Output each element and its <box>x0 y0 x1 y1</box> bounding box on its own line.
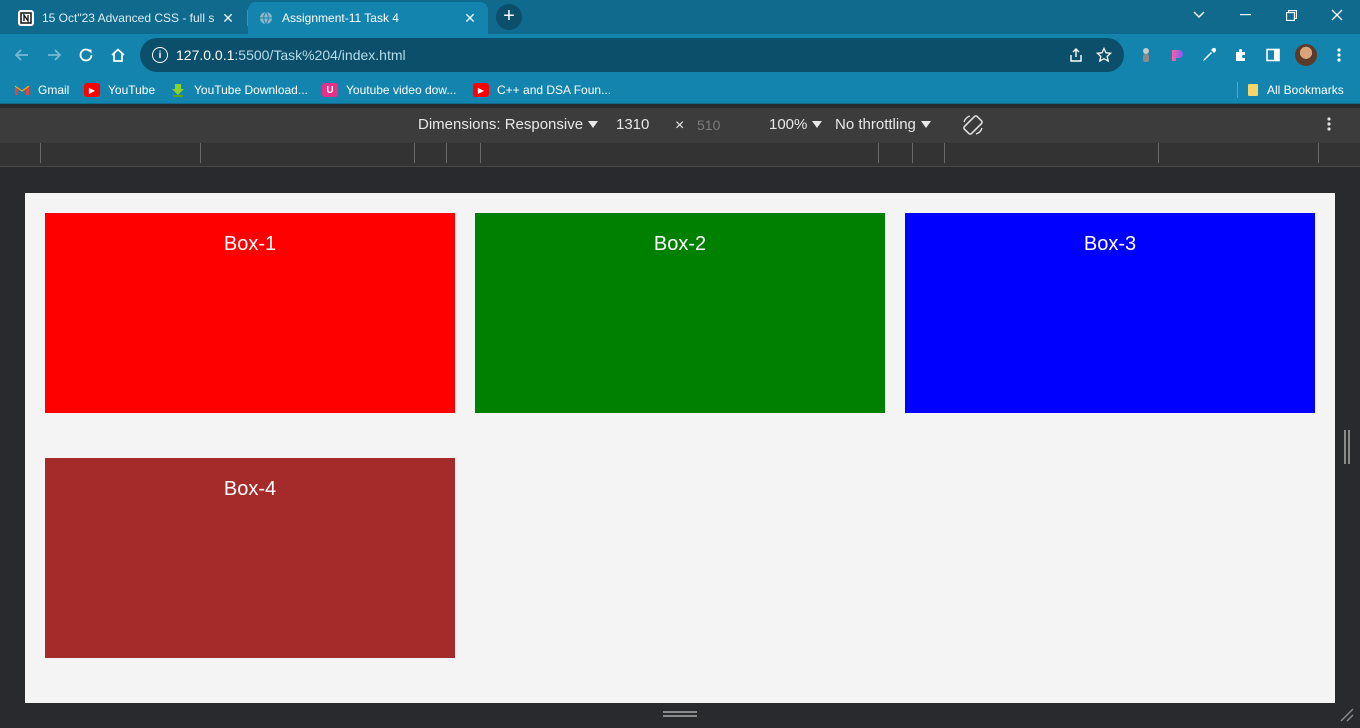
ruler-tick <box>1318 143 1319 163</box>
bookmark-label: Youtube video dow... <box>346 83 457 97</box>
caret-down-icon <box>588 121 599 128</box>
throttling-dropdown[interactable]: No throttling <box>835 116 931 133</box>
ruler-tick <box>200 143 201 163</box>
rotate-icon[interactable] <box>961 113 985 137</box>
url-text[interactable]: 127.0.0.1:5500/Task%204/index.html <box>176 47 1062 63</box>
side-panel-icon[interactable] <box>1260 42 1286 68</box>
bookmark-cpp-dsa[interactable]: ▶ C++ and DSA Foun... <box>473 81 611 99</box>
times-icon: × <box>675 117 685 134</box>
home-icon[interactable] <box>104 41 132 69</box>
extensions-puzzle-icon[interactable] <box>1228 42 1254 68</box>
ruler-tick <box>944 143 945 163</box>
close-tab-icon[interactable]: ✕ <box>462 10 478 26</box>
notion-icon <box>18 10 34 26</box>
bookmark-youtube-video-dow[interactable]: U Youtube video dow... <box>322 81 456 99</box>
bookmark-star-icon[interactable] <box>1090 41 1118 69</box>
resize-corner-icon[interactable] <box>1338 706 1354 722</box>
throttling-value: No throttling <box>835 116 916 133</box>
height-value: 510 <box>697 117 721 133</box>
zoom-value: 100% <box>769 116 808 133</box>
tab-title: 15 Oct"23 Advanced CSS - full st <box>42 11 214 25</box>
width-input[interactable]: 1310 <box>616 116 649 133</box>
width-value: 1310 <box>616 116 650 133</box>
extension-gradient-icon[interactable] <box>1164 42 1190 68</box>
media-query-ruler[interactable] <box>0 143 1360 167</box>
close-window-icon[interactable] <box>1314 0 1360 30</box>
globe-icon <box>258 10 274 26</box>
url-path: :5500/Task%204/index.html <box>234 47 406 63</box>
browser-toolbar: i 127.0.0.1:5500/Task%204/index.html <box>0 34 1360 76</box>
all-bookmarks-label: All Bookmarks <box>1267 83 1344 97</box>
ruler-tick <box>878 143 879 163</box>
ruler-tick <box>912 143 913 163</box>
u-icon: U <box>322 83 338 97</box>
profile-avatar[interactable] <box>1295 44 1317 66</box>
caret-down-icon <box>812 121 823 128</box>
address-bar[interactable]: i 127.0.0.1:5500/Task%204/index.html <box>140 38 1124 72</box>
bookmark-youtube[interactable]: ▶ YouTube <box>84 81 155 99</box>
zoom-dropdown[interactable]: 100% <box>769 116 823 133</box>
youtube-icon: ▶ <box>84 83 100 97</box>
bookmark-gmail[interactable]: Gmail <box>14 81 69 99</box>
dimensions-dropdown[interactable]: Dimensions: Responsive <box>418 116 599 133</box>
youtube-icon: ▶ <box>473 83 489 97</box>
share-icon[interactable] <box>1062 41 1090 69</box>
new-tab-button[interactable]: + <box>496 4 522 30</box>
bookmark-label: Gmail <box>38 83 70 97</box>
back-icon[interactable] <box>8 41 36 69</box>
device-toolbar: Dimensions: Responsive 1310 × 510 100% N… <box>0 108 1360 143</box>
bookmarks-bar: Gmail ▶ YouTube YouTube Download... U Yo… <box>0 76 1360 104</box>
bookmark-label: YouTube <box>108 83 156 97</box>
tab-title: Assignment-11 Task 4 <box>282 11 399 25</box>
box-label: Box-2 <box>653 233 707 255</box>
color-picker-icon[interactable] <box>1196 42 1222 68</box>
dimensions-label: Dimensions: Responsive <box>418 116 584 133</box>
tab-strip: 15 Oct"23 Advanced CSS - full st ✕ Assig… <box>0 0 1360 34</box>
box-label: Box-4 <box>223 478 277 500</box>
resize-handle-right[interactable] <box>1344 430 1350 464</box>
forward-icon[interactable] <box>40 41 68 69</box>
reload-icon[interactable] <box>72 41 100 69</box>
tab-assignment[interactable]: Assignment-11 Task 4 ✕ <box>248 2 488 34</box>
close-tab-icon[interactable]: ✕ <box>220 10 236 26</box>
ruler-tick <box>414 143 415 163</box>
bookmark-youtube-download[interactable]: YouTube Download... <box>170 81 308 99</box>
extension-figure-icon[interactable] <box>1133 42 1159 68</box>
gmail-icon <box>14 83 30 97</box>
download-icon <box>170 83 186 97</box>
url-host: 127.0.0.1 <box>176 47 235 63</box>
browser-menu-icon[interactable] <box>1326 42 1352 68</box>
caret-down-icon <box>920 121 931 128</box>
folder-icon <box>1247 83 1259 97</box>
box-3: Box-3 <box>905 213 1315 413</box>
tab-search-icon[interactable] <box>1176 0 1222 30</box>
ruler-tick <box>40 143 41 163</box>
box-label: Box-3 <box>1083 233 1137 255</box>
restore-icon[interactable] <box>1268 0 1314 30</box>
site-info-icon[interactable]: i <box>152 47 168 63</box>
ruler-tick <box>480 143 481 163</box>
page-viewport: Box-1 Box-2 Box-3 Box-4 <box>25 193 1335 703</box>
ruler-tick <box>446 143 447 163</box>
minimize-icon[interactable] <box>1222 0 1268 30</box>
tab-advanced-css[interactable]: 15 Oct"23 Advanced CSS - full st ✕ <box>8 2 246 34</box>
bookmarks-divider <box>1237 82 1238 98</box>
bookmark-label: C++ and DSA Foun... <box>497 83 612 97</box>
bookmark-label: YouTube Download... <box>194 83 308 97</box>
device-more-icon[interactable] <box>1327 116 1331 132</box>
resize-handle-bottom[interactable] <box>663 711 697 717</box>
all-bookmarks[interactable]: All Bookmarks <box>1247 81 1344 99</box>
height-input[interactable]: 510 <box>697 117 720 133</box>
box-2: Box-2 <box>475 213 885 413</box>
box-4: Box-4 <box>45 458 455 658</box>
ruler-tick <box>1158 143 1159 163</box>
box-label: Box-1 <box>223 233 277 255</box>
box-1: Box-1 <box>45 213 455 413</box>
